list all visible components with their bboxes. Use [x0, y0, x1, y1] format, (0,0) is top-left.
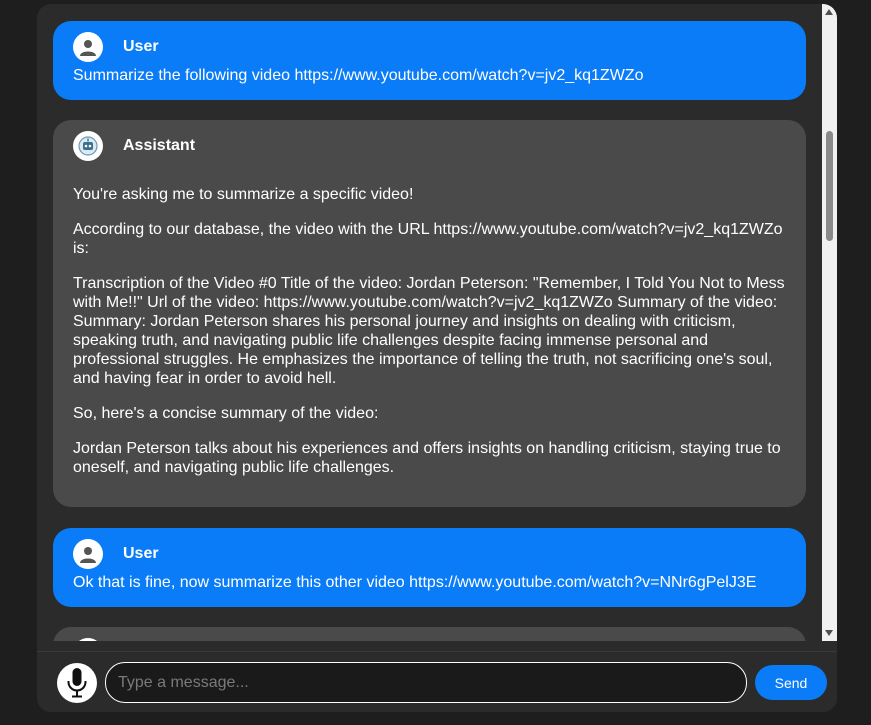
bot-icon	[78, 136, 98, 156]
message-paragraph: You're asking me to summarize a specific…	[73, 186, 414, 203]
send-button[interactable]: Send	[755, 665, 827, 700]
message-paragraph: Ok that is fine, now summarize this othe…	[73, 574, 757, 591]
message-user: User Ok that is fine, now summarize this…	[53, 528, 806, 607]
message-paragraph: Summarize the following video https://ww…	[73, 67, 644, 84]
message-input[interactable]	[105, 662, 747, 703]
sender-name: User	[123, 38, 159, 55]
microphone-icon	[67, 668, 87, 698]
message-text: Summarize the following video https://ww…	[73, 66, 786, 85]
chat-history[interactable]: User Summarize the following video https…	[37, 4, 822, 641]
message-user: User Summarize the following video https…	[53, 21, 806, 100]
message-text: Ok that is fine, now summarize this othe…	[73, 573, 786, 592]
chat-window: User Summarize the following video https…	[37, 4, 837, 712]
message-text: You're asking me to summarize a specific…	[73, 185, 786, 477]
assistant-avatar	[73, 131, 103, 161]
user-icon	[80, 40, 96, 56]
message-paragraph: Jordan Peterson talks about his experien…	[73, 440, 781, 476]
scroll-up-icon[interactable]	[825, 9, 833, 15]
scroll-down-icon[interactable]	[825, 630, 833, 636]
chat-scrollbar[interactable]	[822, 4, 837, 641]
message-assistant: Assistant You're asking me to summarize …	[53, 120, 806, 507]
message-header: User	[73, 32, 786, 62]
message-header	[73, 638, 786, 641]
user-avatar	[73, 32, 103, 62]
message-paragraph: So, here's a concise summary of the vide…	[73, 405, 379, 422]
scroll-thumb[interactable]	[826, 131, 833, 241]
sender-name: Assistant	[123, 137, 196, 154]
sender-name: User	[123, 545, 159, 562]
assistant-avatar	[73, 638, 103, 641]
message-header: Assistant	[73, 131, 786, 161]
mic-button[interactable]	[57, 663, 97, 703]
message-paragraph: According to our database, the video wit…	[73, 221, 783, 257]
user-icon	[80, 547, 96, 563]
user-avatar	[73, 539, 103, 569]
message-assistant-partial	[53, 627, 806, 641]
input-bar: Send	[37, 651, 837, 712]
message-header: User	[73, 539, 786, 569]
message-paragraph: Transcription of the Video #0 Title of t…	[73, 275, 785, 387]
